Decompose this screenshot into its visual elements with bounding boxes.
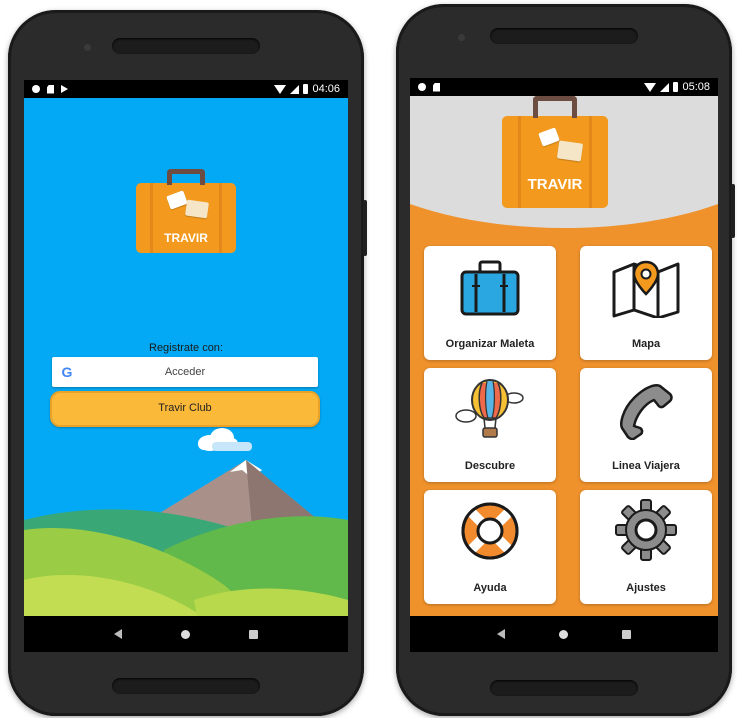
register-label: Registrate con:	[149, 342, 223, 354]
signal-icon	[290, 84, 300, 94]
wifi-icon	[274, 84, 287, 94]
menu-tile-label: Descubre	[464, 460, 516, 472]
menu-tile-label: Linea Viajera	[612, 460, 680, 472]
speaker-grill-bottom	[490, 680, 638, 696]
photo-sticker-icon	[166, 190, 188, 210]
travir-logo: TRAVIR	[136, 169, 236, 253]
menu-tile-label: Ayuda	[473, 582, 507, 594]
phone-device-right: 05:08 TRAVIR Organizar Maleta Mapa Descu…	[396, 4, 735, 716]
main-menu-screen: 05:08 TRAVIR Organizar Maleta Mapa Descu…	[410, 78, 718, 652]
map-icon	[612, 260, 680, 318]
speaker-grill-top	[112, 38, 260, 54]
menu-tile-label: Ajustes	[626, 582, 666, 594]
home-icon[interactable]	[180, 629, 190, 639]
google-signin-button[interactable]: G Acceder	[52, 357, 318, 387]
login-screen: 04:06 TRAVIR Registrate con: G Acceder T…	[24, 80, 348, 652]
back-icon[interactable]	[497, 629, 505, 639]
front-camera	[458, 34, 465, 41]
sdcard-icon	[433, 82, 440, 92]
recent-apps-icon[interactable]	[249, 629, 259, 639]
wifi-icon	[644, 82, 657, 92]
front-camera	[84, 44, 91, 51]
menu-tile-ajustes[interactable]: Ajustes	[580, 490, 712, 604]
phone-device-left: 04:06 TRAVIR Registrate con: G Acceder T…	[8, 10, 367, 716]
menu-tile-mapa[interactable]: Mapa	[580, 246, 712, 360]
suitcase-handle	[167, 169, 205, 185]
sdcard-icon	[47, 84, 54, 94]
play-icon	[61, 85, 68, 93]
status-time: 05:08	[682, 81, 710, 93]
status-bar: 04:06	[24, 80, 348, 98]
suitcase-handle	[533, 96, 577, 118]
back-icon[interactable]	[113, 629, 122, 639]
battery-icon	[303, 84, 309, 94]
navigation-bar	[24, 616, 348, 652]
speaker-grill-top	[490, 28, 638, 44]
circle-icon	[418, 83, 426, 91]
status-time: 04:06	[312, 83, 340, 95]
mountain	[124, 460, 324, 550]
status-bar: 05:08	[410, 78, 718, 96]
signal-icon	[660, 82, 670, 92]
google-icon: G	[61, 364, 73, 380]
menu-tile-linea-viajera[interactable]: Linea Viajera	[580, 368, 712, 482]
menu-tile-label: Organizar Maleta	[445, 338, 535, 350]
photo-sticker-icon	[538, 127, 560, 147]
gear-icon	[615, 499, 677, 561]
travir-logo: TRAVIR	[502, 96, 608, 208]
menu-tile-ayuda[interactable]: Ayuda	[424, 490, 556, 604]
logo-text: TRAVIR	[164, 231, 208, 245]
logo-text: TRAVIR	[527, 176, 583, 193]
travir-club-button[interactable]: Travir Club	[50, 391, 320, 427]
menu-tile-organizar-maleta[interactable]: Organizar Maleta	[424, 246, 556, 360]
circle-icon	[32, 85, 40, 93]
home-icon[interactable]	[559, 629, 568, 639]
navigation-bar	[410, 616, 718, 652]
cloud-icon	[198, 428, 252, 451]
side-button	[363, 200, 367, 256]
menu-tile-descubre[interactable]: Descubre	[424, 368, 556, 482]
battery-icon	[673, 82, 679, 92]
postcard-sticker-icon	[556, 140, 584, 162]
side-button	[731, 184, 735, 238]
hot-air-balloon-icon	[455, 379, 524, 438]
lifebuoy-icon	[461, 502, 519, 560]
menu-tile-label: Mapa	[631, 338, 661, 350]
recent-apps-icon[interactable]	[622, 629, 631, 639]
suitcase-icon	[460, 260, 520, 316]
postcard-sticker-icon	[184, 199, 210, 219]
google-signin-label: Acceder	[164, 366, 206, 378]
phone-icon	[620, 384, 673, 440]
speaker-grill-bottom	[112, 678, 260, 694]
